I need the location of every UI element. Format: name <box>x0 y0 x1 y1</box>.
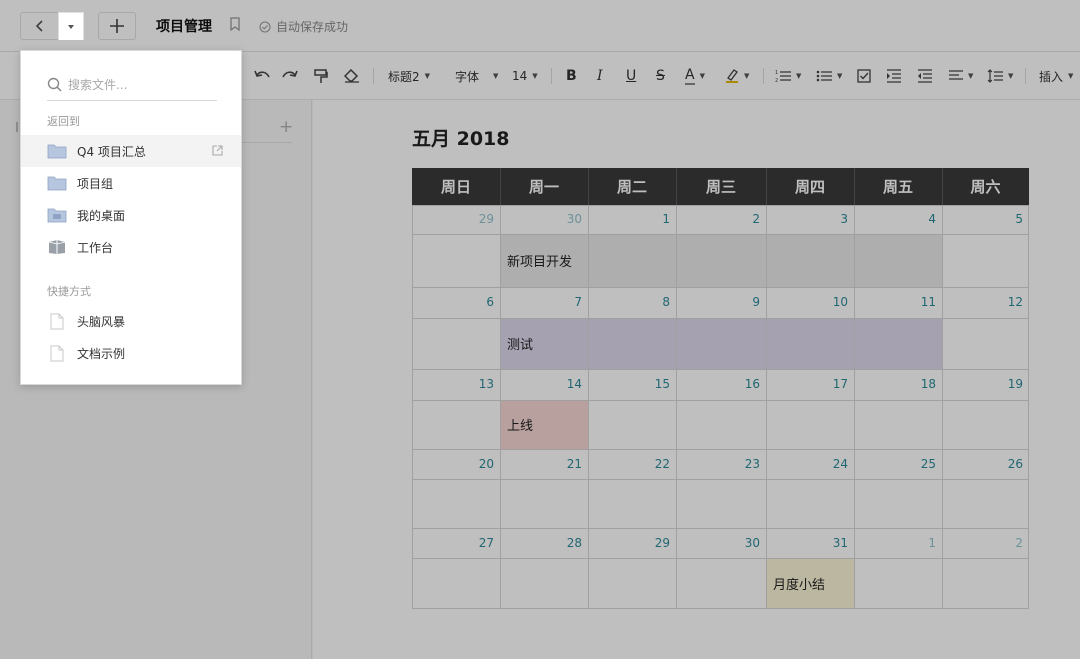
dropdown-item-project-group[interactable]: 项目组 <box>21 167 241 199</box>
dropdown-item-label: 我的桌面 <box>77 208 126 223</box>
open-external-icon[interactable] <box>212 145 223 159</box>
search-box <box>47 69 217 101</box>
caret-down-icon <box>68 24 74 29</box>
dropdown-item-q4-summary[interactable]: Q4 项目汇总 <box>21 135 241 167</box>
dropdown-item-my-desktop[interactable]: 我的桌面 <box>21 199 241 231</box>
search-icon <box>47 77 62 92</box>
workspace-icon <box>47 239 67 255</box>
dropdown-item-label: 头脑风暴 <box>77 314 126 329</box>
dropdown-item-label: 文档示例 <box>77 346 126 361</box>
dropdown-item-label: 项目组 <box>77 176 114 191</box>
desktop-folder-icon <box>47 207 67 223</box>
history-dropdown-button-active[interactable] <box>58 12 84 40</box>
file-navigator-dropdown: 返回到 Q4 项目汇总 项目组 我的桌面 工作台 快捷方式 头脑风暴 <box>20 50 242 385</box>
dropdown-item-label: 工作台 <box>77 240 114 255</box>
search-input[interactable] <box>68 77 198 92</box>
document-icon <box>47 313 67 329</box>
shortcuts-label: 快捷方式 <box>47 285 91 298</box>
dropdown-item-brainstorm[interactable]: 头脑风暴 <box>21 305 241 337</box>
dropdown-item-label: Q4 项目汇总 <box>77 144 146 159</box>
folder-icon <box>47 143 67 159</box>
back-to-label: 返回到 <box>47 115 80 128</box>
document-icon <box>47 345 67 361</box>
folder-icon <box>47 175 67 191</box>
dropdown-item-doc-example[interactable]: 文档示例 <box>21 337 241 369</box>
dropdown-item-workspace[interactable]: 工作台 <box>21 231 241 263</box>
